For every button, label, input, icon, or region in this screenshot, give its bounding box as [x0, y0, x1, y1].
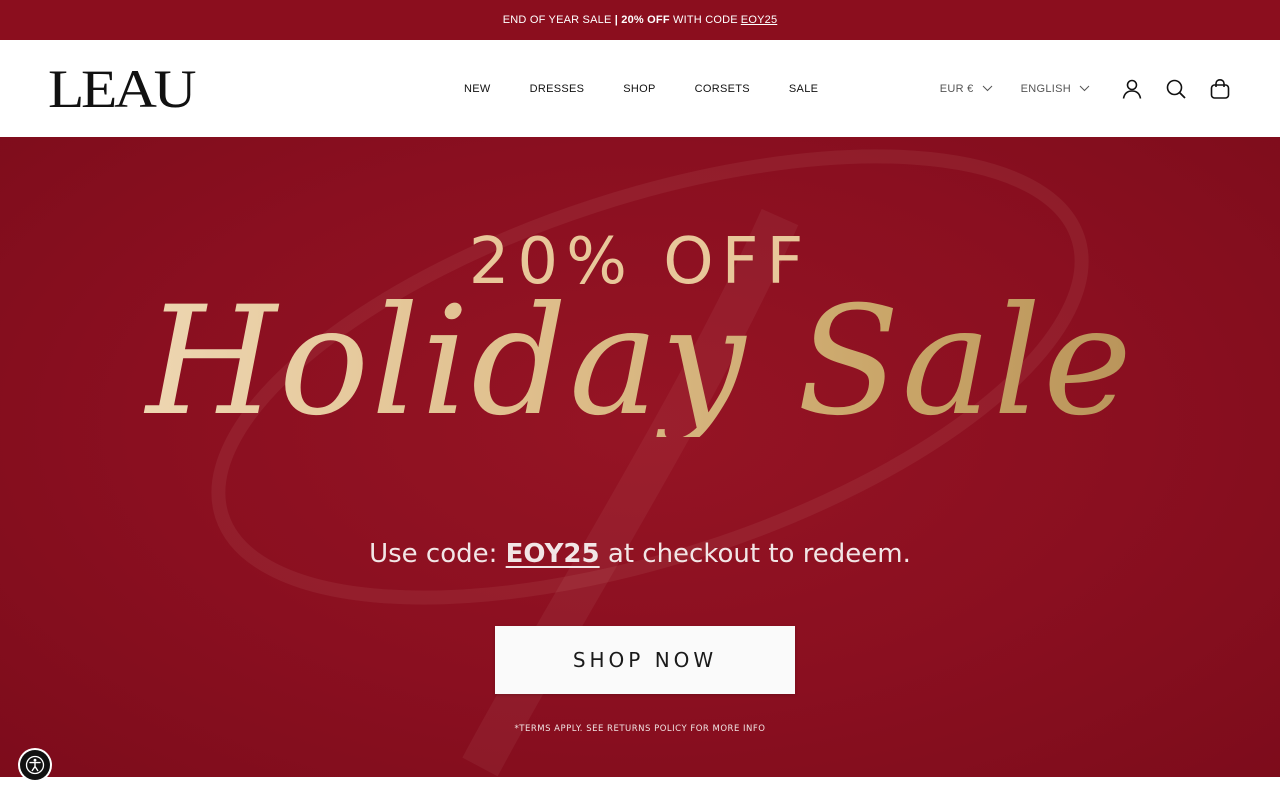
nav-item-dresses[interactable]: DRESSES [530, 83, 585, 95]
code-suffix: at checkout to redeem. [607, 539, 911, 569]
shop-now-button[interactable]: SHOP NOW [495, 626, 795, 694]
accessibility-icon [25, 755, 45, 775]
announcement-bar: END OF YEAR SALE | 20% OFF WITH CODE EOY… [0, 0, 1280, 40]
currency-label: EUR € [939, 82, 974, 95]
accessibility-button[interactable] [20, 750, 50, 780]
search-icon[interactable] [1164, 77, 1188, 101]
promo-code: EOY25 [505, 539, 600, 569]
currency-selector[interactable]: EUR € [940, 83, 993, 95]
hero-banner: 20% OFF Holiday Sale Use code: EOY25 at … [0, 137, 1280, 777]
header-icons [1120, 77, 1232, 101]
brand-logo[interactable]: LEAU [48, 60, 196, 118]
cart-icon[interactable] [1208, 77, 1232, 101]
site-header: LEAU NEW DRESSES SHOP CORSETS SALE EUR €… [0, 40, 1280, 137]
terms-note: *TERMS APPLY. SEE RETURNS POLICY FOR MOR… [514, 724, 766, 734]
header-tools: EUR € ENGLISH [940, 40, 1232, 137]
chevron-down-icon [1079, 85, 1090, 92]
nav-item-sale[interactable]: SALE [789, 83, 818, 95]
main-nav: NEW DRESSES SHOP CORSETS SALE [464, 40, 818, 137]
hero-script-title: Holiday Sale [0, 287, 1280, 437]
nav-item-new[interactable]: NEW [464, 83, 491, 95]
announcement-lead: END OF YEAR SALE [502, 14, 612, 26]
announcement-code-link[interactable]: EOY25 [741, 14, 777, 26]
announcement-discount: | 20% OFF [614, 14, 670, 26]
code-prefix: Use code: [369, 539, 498, 569]
language-label: ENGLISH [1020, 82, 1071, 95]
nav-item-corsets[interactable]: CORSETS [695, 83, 750, 95]
hero-code-line: Use code: EOY25 at checkout to redeem. [0, 539, 1280, 569]
language-selector[interactable]: ENGLISH [1021, 83, 1090, 95]
chevron-down-icon [982, 85, 992, 92]
account-icon[interactable] [1120, 77, 1144, 101]
nav-item-shop[interactable]: SHOP [623, 83, 655, 95]
announcement-with-code: WITH CODE [673, 14, 738, 26]
